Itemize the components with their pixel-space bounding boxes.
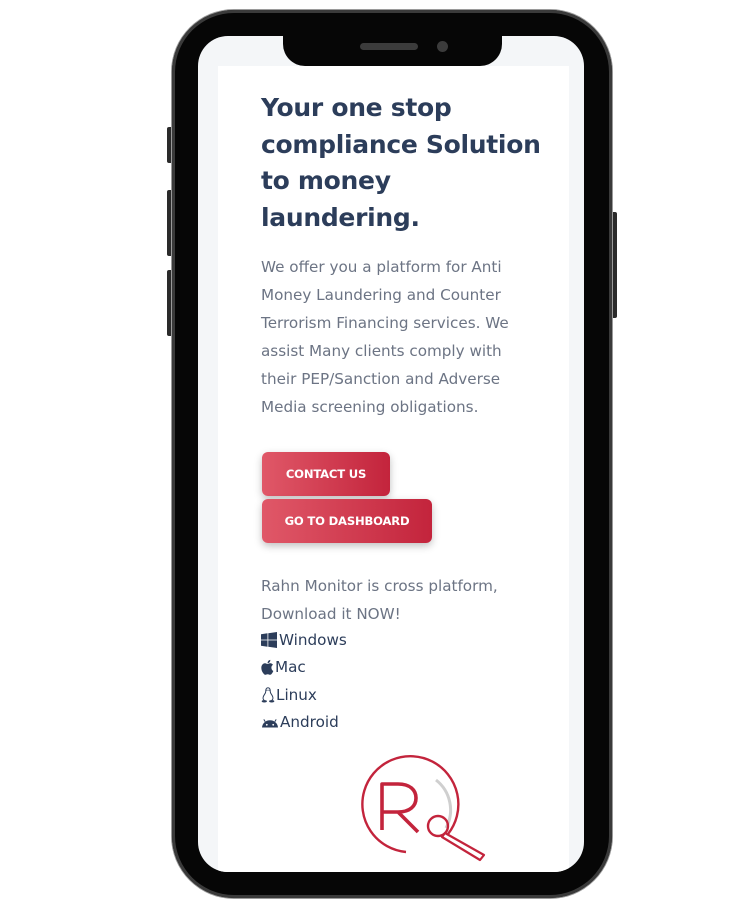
android-icon (261, 714, 279, 730)
linux-icon (261, 687, 275, 703)
go-to-dashboard-button[interactable]: GO TO DASHBOARD (262, 499, 432, 543)
contact-us-button[interactable]: CONTACT US (262, 452, 390, 496)
platform-item-mac[interactable]: Mac (261, 654, 347, 682)
platform-label-linux: Linux (276, 685, 317, 704)
platform-label-android: Android (280, 713, 339, 732)
hero-title: Your one stop compliance Solution to mon… (261, 93, 541, 232)
platform-list: Windows Mac Linux Android (261, 626, 347, 736)
platform-label-windows: Windows (279, 630, 347, 649)
apple-icon (261, 659, 274, 676)
speaker-grille (360, 43, 418, 50)
front-camera (437, 41, 448, 52)
rahn-monitor-logo (361, 755, 486, 862)
platform-item-android[interactable]: Android (261, 709, 347, 737)
windows-icon (261, 631, 278, 648)
platform-item-linux[interactable]: Linux (261, 681, 347, 709)
platform-label-mac: Mac (275, 658, 306, 677)
platform-item-windows[interactable]: Windows (261, 626, 347, 654)
platform-intro: Rahn Monitor is cross platform, Download… (261, 577, 498, 623)
hero-description: We offer you a platform for Anti Money L… (261, 258, 509, 416)
